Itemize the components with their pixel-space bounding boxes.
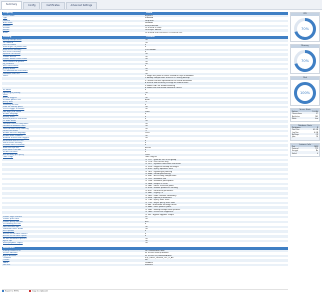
stat-row: Waits Low (291, 119, 319, 121)
copy-label: Copy to clipboard (31, 290, 48, 293)
tab-config[interactable]: Config (23, 2, 41, 9)
footer: Export to HTML Copy to clipboard (2, 289, 288, 293)
gauge-value: 70% (301, 27, 309, 31)
gauge-value: 70% (301, 59, 309, 63)
gauge-value: 100% (300, 91, 311, 95)
stats-panel: Database Stats Databases 8 Total Size 42 GB L… (290, 124, 320, 141)
stat-row: Jobs 14 (291, 137, 319, 140)
stat-label: Failed (292, 153, 297, 155)
row-value: 15.0.4316.3 on 2023-02-11 10:24:18.123 (145, 31, 183, 34)
gauge: 100% (291, 80, 319, 105)
gauge-panel: Memory 70% (290, 44, 320, 74)
stats-sidebar: CPU 70% Memory 70% Disk 100% Server Stats Uptim… (290, 12, 320, 159)
gauge-panel: Disk 100% (290, 76, 320, 106)
row-value: Installed (145, 264, 153, 267)
row-key-link[interactable]: Full-Text (2, 264, 145, 266)
row-value: Off (145, 242, 148, 245)
tab-certificates[interactable]: Certificates (41, 2, 65, 9)
export-link[interactable]: Export to HTML (2, 290, 19, 293)
stat-value: 0 (316, 153, 318, 155)
table-row: Build 15.0.4316.3 on 2023-02-11 10:24:18.… (2, 31, 288, 35)
section-rows: backup compression Off clr enabled Off cost … (2, 39, 288, 245)
copy-link[interactable]: Copy to clipboard (28, 290, 48, 293)
row-key-link[interactable]: allow polybase export (2, 242, 145, 244)
properties-grid: Property Value Server Name mysrv01 Type Stand… (2, 12, 288, 268)
section-rows: Startup Parameters -dC:\Data\master.mdf Se… (2, 249, 288, 267)
table-row: allow polybase export Off (2, 242, 288, 245)
section-rows: Server Name mysrv01 Type Standard Domain corp… (2, 15, 288, 35)
copy-icon (28, 290, 31, 292)
row-key-link[interactable]: Build (2, 32, 145, 34)
stats-panel: Instance Info Port 1433 Protocol TCP Encrypt N… (290, 142, 320, 157)
donut-chart: 100% (294, 81, 316, 104)
gauge-panel: CPU 70% (290, 12, 320, 42)
donut-chart: 70% (294, 17, 316, 40)
tab-summary[interactable]: Summary (1, 1, 23, 9)
export-label: Export to HTML (5, 290, 19, 293)
table-row: Full-Text Installed (2, 264, 288, 267)
stat-label: Jobs (292, 137, 296, 139)
tab-bar: Summary Config Certificates Advanced Settin… (0, 0, 322, 10)
export-icon (2, 290, 4, 292)
gauge: 70% (291, 48, 319, 73)
stat-value: Low (314, 118, 318, 120)
donut-chart: 70% (294, 49, 316, 72)
tab-advanced-settings[interactable]: Advanced Settings (65, 2, 98, 9)
gauge: 70% (291, 16, 319, 41)
stats-panel: Server Stats Uptime 12d 4h Connections 37 Bat… (290, 108, 320, 123)
stat-value: 14 (315, 137, 318, 139)
stat-row: Failed 0 (291, 154, 319, 156)
stat-label: Waits (292, 118, 297, 120)
